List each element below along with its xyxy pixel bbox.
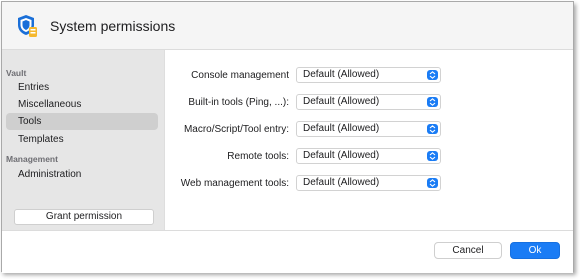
permission-select-builtin[interactable]: Default (Allowed) (296, 94, 441, 110)
permission-select-web[interactable]: Default (Allowed) (296, 175, 441, 191)
permission-label-remote: Remote tools: (227, 151, 289, 162)
permission-label-macro: Macro/Script/Tool entry: (183, 124, 289, 135)
permission-select-console[interactable]: Default (Allowed) (296, 67, 441, 83)
chevron-updown-icon (427, 151, 438, 161)
permission-value-web: Default (Allowed) (303, 177, 380, 188)
permissions-panel: Console management Default (Allowed) Bui… (164, 50, 573, 230)
chevron-updown-icon (427, 97, 438, 107)
permissions-window: System permissions Vault Entries Miscell… (1, 1, 574, 273)
sidebar-item-administration[interactable]: Administration (6, 166, 158, 183)
chevron-updown-icon (427, 178, 438, 188)
window-title: System permissions (50, 18, 176, 34)
window-header: System permissions (2, 2, 573, 50)
sidebar-section-vault: Vault (6, 68, 27, 78)
permission-label-builtin: Built-in tools (Ping, ...): (188, 97, 289, 108)
sidebar-item-templates[interactable]: Templates (6, 131, 158, 148)
sidebar-item-miscellaneous[interactable]: Miscellaneous (6, 96, 158, 113)
permission-select-macro[interactable]: Default (Allowed) (296, 121, 441, 137)
permission-label-web: Web management tools: (180, 178, 289, 189)
shield-icon (16, 14, 38, 38)
ok-button[interactable]: Ok (510, 242, 560, 259)
chevron-updown-icon (427, 70, 438, 80)
grant-permission-button[interactable]: Grant permission (14, 209, 154, 225)
chevron-updown-icon (427, 124, 438, 134)
permission-value-macro: Default (Allowed) (303, 123, 380, 134)
sidebar-section-management: Management (6, 154, 58, 164)
cancel-button[interactable]: Cancel (434, 242, 502, 259)
dialog-footer: Cancel Ok (2, 230, 573, 273)
permission-select-remote[interactable]: Default (Allowed) (296, 148, 441, 164)
sidebar-item-tools[interactable]: Tools (6, 113, 158, 130)
permission-label-console: Console management (191, 70, 289, 81)
permission-value-builtin: Default (Allowed) (303, 96, 380, 107)
permission-value-console: Default (Allowed) (303, 69, 380, 80)
sidebar: Vault Entries Miscellaneous Tools Templa… (2, 50, 164, 230)
permission-value-remote: Default (Allowed) (303, 150, 380, 161)
sidebar-item-entries[interactable]: Entries (6, 79, 158, 96)
